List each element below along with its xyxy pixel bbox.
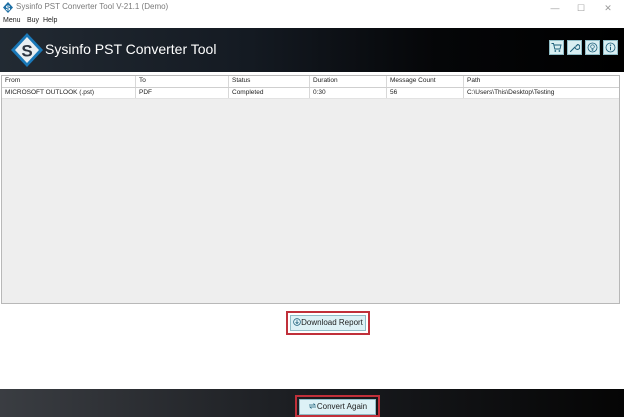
about-button[interactable] bbox=[603, 40, 618, 55]
download-report-button[interactable]: Download Report bbox=[290, 315, 366, 331]
app-icon: S bbox=[3, 2, 13, 13]
download-report-highlight: Download Report bbox=[286, 311, 370, 335]
cell-to: PDF bbox=[136, 88, 229, 98]
convert-again-highlight: Convert Again bbox=[295, 395, 380, 417]
menu-bar: Menu Buy Help bbox=[0, 16, 624, 27]
column-header-status[interactable]: Status bbox=[229, 76, 310, 87]
cell-message-count: 56 bbox=[387, 88, 464, 98]
footer-bar: Convert Again bbox=[0, 389, 624, 417]
support-button[interactable] bbox=[567, 40, 582, 55]
header-banner: S Sysinfo PST Converter Tool bbox=[0, 28, 624, 72]
menu-item-menu[interactable]: Menu bbox=[3, 17, 21, 24]
tips-button[interactable] bbox=[585, 40, 600, 55]
table-header: From To Status Duration Message Count Pa… bbox=[2, 76, 619, 88]
column-header-path[interactable]: Path bbox=[464, 76, 619, 87]
download-icon bbox=[293, 318, 301, 326]
column-header-from[interactable]: From bbox=[2, 76, 136, 87]
bulb-icon bbox=[587, 42, 598, 53]
cell-duration: 0:30 bbox=[310, 88, 387, 98]
convert-again-label: Convert Again bbox=[316, 402, 368, 411]
close-button[interactable]: ✕ bbox=[593, 0, 623, 16]
table-row[interactable]: MICROSOFT OUTLOOK (.pst) PDF Completed 0… bbox=[2, 88, 619, 99]
cart-icon bbox=[551, 43, 562, 52]
logo: S bbox=[11, 33, 43, 67]
wrench-icon bbox=[569, 44, 580, 53]
app-title: Sysinfo PST Converter Tool bbox=[45, 41, 217, 57]
column-header-duration[interactable]: Duration bbox=[310, 76, 387, 87]
maximize-button[interactable]: ☐ bbox=[566, 0, 596, 16]
download-report-label: Download Report bbox=[301, 318, 363, 327]
svg-text:S: S bbox=[21, 42, 32, 61]
cell-from: MICROSOFT OUTLOOK (.pst) bbox=[2, 88, 136, 98]
column-header-message-count[interactable]: Message Count bbox=[387, 76, 464, 87]
conversion-results-table[interactable]: From To Status Duration Message Count Pa… bbox=[1, 75, 620, 304]
svg-text:S: S bbox=[6, 5, 11, 12]
window-title: Sysinfo PST Converter Tool V-21.1 (Demo) bbox=[16, 2, 169, 11]
info-icon bbox=[605, 42, 616, 53]
menu-item-help[interactable]: Help bbox=[43, 17, 57, 24]
cell-path: C:\Users\This\Desktop\Testing bbox=[467, 89, 555, 96]
menu-item-buy[interactable]: Buy bbox=[27, 17, 39, 24]
convert-again-button[interactable]: Convert Again bbox=[299, 399, 376, 415]
title-bar: S Sysinfo PST Converter Tool V-21.1 (Dem… bbox=[0, 0, 624, 16]
convert-icon bbox=[308, 403, 316, 409]
column-header-to[interactable]: To bbox=[136, 76, 229, 87]
buy-cart-button[interactable] bbox=[549, 40, 564, 55]
cell-status: Completed bbox=[229, 88, 310, 98]
